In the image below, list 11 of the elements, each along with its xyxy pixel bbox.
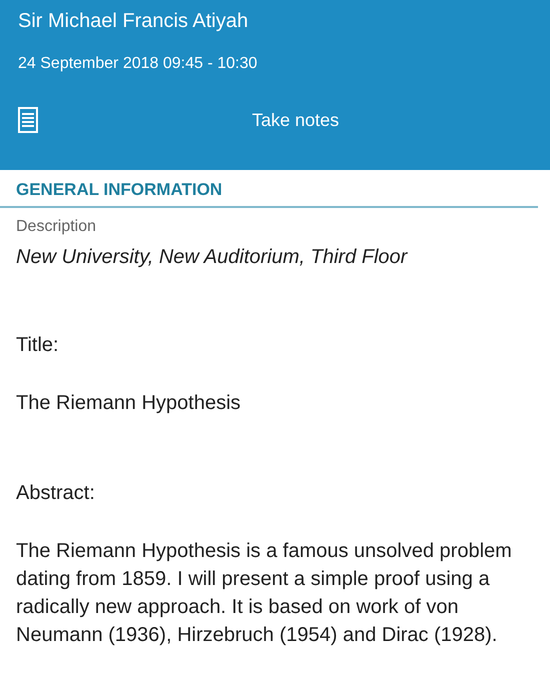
event-datetime: 24 September 2018 09:45 - 10:30 [18, 55, 258, 73]
take-notes-button[interactable]: Take notes [252, 110, 340, 130]
field-label: Title: [16, 334, 59, 357]
location-text: New University, New Auditorium, Third Floor [16, 246, 408, 269]
notes-icon[interactable] [18, 107, 38, 133]
person-name: Sir Michael Francis Atiyah [18, 10, 248, 33]
section-heading: GENERAL INFORMATION [16, 180, 222, 200]
description-label: Description [16, 218, 96, 236]
field-label: Abstract: [16, 482, 95, 505]
field-value: The Riemann Hypothesis [16, 391, 242, 416]
field-value: The Riemann Hypothesis is a famous unsolved problem dating from 1859. I will present a simple proof using a radically new approach. It is based on work of von Neumann (1936), Hirzebruch (1954) and Dirac (1928). [16, 539, 513, 648]
